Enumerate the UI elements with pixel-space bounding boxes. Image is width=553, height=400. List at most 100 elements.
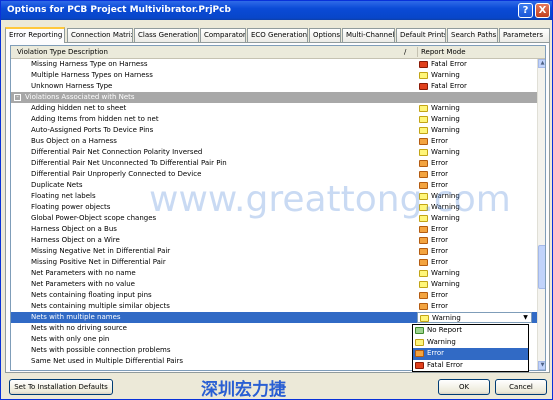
report-mode-cell[interactable]: Fatal Error (417, 59, 532, 70)
report-mode-cell[interactable]: Error (417, 257, 532, 268)
dropdown-option[interactable]: Warning (413, 337, 528, 349)
column-header-report-mode[interactable]: Report Mode (421, 46, 466, 58)
table-row[interactable]: Bus Object on a Harness Error (11, 136, 537, 147)
title-bar: Options for PCB Project Multivibrator.Pr… (1, 1, 552, 20)
ok-button[interactable]: OK (438, 379, 490, 395)
help-button[interactable]: ? (518, 3, 533, 18)
warning-icon (419, 72, 428, 79)
report-mode-label: Fatal Error (431, 82, 467, 90)
report-mode-cell[interactable]: Warning (417, 268, 532, 279)
violation-name: Harness Object on a Bus (31, 225, 117, 233)
violation-name: Missing Positive Net in Differential Pai… (31, 258, 166, 266)
tab-options[interactable]: Options (309, 28, 341, 42)
table-row[interactable]: Auto-Assigned Ports To Device Pins Warnin… (11, 125, 537, 136)
cancel-button[interactable]: Cancel (495, 379, 547, 395)
table-row[interactable]: Harness Object on a Wire Error (11, 235, 537, 246)
violation-name: Multiple Harness Types on Harness (31, 71, 153, 79)
column-divider[interactable] (417, 47, 418, 57)
group-row[interactable]: - Violations Associated with Nets (11, 92, 537, 103)
warning-icon (419, 116, 428, 123)
tab-search-paths[interactable]: Search Paths (447, 28, 498, 42)
warning-icon (419, 215, 428, 222)
dropdown-option-label: Warning (427, 337, 456, 346)
collapse-icon[interactable]: - (14, 94, 21, 101)
table-row[interactable]: Nets containing floating input pins Error (11, 290, 537, 301)
violation-name: Nets with no driving source (31, 324, 127, 332)
report-mode-cell[interactable]: Error (417, 136, 532, 147)
table-row[interactable]: Multiple Harness Types on Harness Warning (11, 70, 537, 81)
fatal-icon (415, 361, 424, 369)
report-mode-cell[interactable]: Error (417, 246, 532, 257)
fatal-icon (419, 61, 428, 68)
table-row[interactable]: Differential Pair Net Connection Polarit… (11, 147, 537, 158)
report-mode-cell[interactable]: Warning (417, 147, 532, 158)
tab-class-generation[interactable]: Class Generation (134, 28, 199, 42)
report-mode-cell[interactable]: Error (417, 169, 532, 180)
tab-strip: Error Reporting Connection Matrix Class … (5, 27, 551, 43)
report-mode-cell[interactable]: Warning (417, 125, 532, 136)
dropdown-option[interactable]: No Report (413, 325, 528, 337)
dropdown-option[interactable]: Error (413, 348, 528, 360)
report-mode-cell[interactable]: Warning (417, 70, 532, 81)
close-button[interactable]: X (535, 3, 550, 18)
violation-name: Nets containing floating input pins (31, 291, 152, 299)
report-mode-cell[interactable]: Warning (417, 213, 532, 224)
error-icon (419, 226, 428, 233)
report-mode-label: Warning (431, 214, 460, 222)
set-installation-defaults-button[interactable]: Set To Installation Defaults (9, 379, 113, 395)
table-row[interactable]: Differential Pair Unproperly Connected t… (11, 169, 537, 180)
window-title: Options for PCB Project Multivibrator.Pr… (7, 5, 231, 15)
violation-name: Duplicate Nets (31, 181, 83, 189)
dropdown-arrow-icon[interactable]: ▼ (521, 313, 530, 322)
warning-icon (419, 193, 428, 200)
table-row[interactable]: Missing Negative Net in Differential Pai… (11, 246, 537, 257)
report-mode-select[interactable]: Warning ▼ (417, 312, 532, 323)
tab-connection-matrix[interactable]: Connection Matrix (67, 28, 133, 42)
vertical-scrollbar[interactable]: ▲ ▼ (537, 59, 545, 370)
table-row[interactable]: Global Power-Object scope changes Warning (11, 213, 537, 224)
table-row[interactable]: Net Parameters with no value Warning (11, 279, 537, 290)
report-mode-cell[interactable]: Error (417, 180, 532, 191)
table-row[interactable]: Adding hidden net to sheet Warning (11, 103, 537, 114)
tab-parameters[interactable]: Parameters (499, 28, 550, 42)
report-mode-cell[interactable]: Error (417, 224, 532, 235)
table-row[interactable]: Differential Pair Net Unconnected To Dif… (11, 158, 537, 169)
table-row[interactable]: Nets with multiple names Warning ▼ (11, 312, 537, 323)
table-row[interactable]: Floating net labels Warning (11, 191, 537, 202)
table-row[interactable]: Adding Items from hidden net to net Warni… (11, 114, 537, 125)
tab-comparator[interactable]: Comparator (200, 28, 246, 42)
report-mode-cell[interactable]: Error (417, 235, 532, 246)
table-row[interactable]: Floating power objects Warning (11, 202, 537, 213)
table-row[interactable]: Missing Harness Type on Harness Fatal Err… (11, 59, 537, 70)
violation-name: Adding Items from hidden net to net (31, 115, 159, 123)
scroll-down-arrow-icon[interactable]: ▼ (538, 361, 545, 370)
report-mode-label: Fatal Error (431, 60, 467, 68)
tab-eco-generation[interactable]: ECO Generation (247, 28, 308, 42)
tab-default-prints[interactable]: Default Prints (396, 28, 446, 42)
report-mode-cell[interactable]: Warning (417, 279, 532, 290)
report-mode-label: Warning (431, 126, 460, 134)
table-row[interactable]: Unknown Harness Type Fatal Error (11, 81, 537, 92)
report-mode-cell[interactable]: Error (417, 290, 532, 301)
column-header-violation[interactable]: Violation Type Description (17, 46, 108, 58)
report-mode-cell[interactable]: Fatal Error (417, 81, 532, 92)
report-mode-cell[interactable]: Warning (417, 202, 532, 213)
table-row[interactable]: Missing Positive Net in Differential Pai… (11, 257, 537, 268)
violation-name: Nets with possible connection problems (31, 346, 171, 354)
report-mode-cell[interactable]: Warning (417, 114, 532, 125)
table-row[interactable]: Nets containing multiple similar objects… (11, 301, 537, 312)
dropdown-option[interactable]: Fatal Error (413, 360, 528, 372)
warning-icon (419, 204, 428, 211)
scroll-up-arrow-icon[interactable]: ▲ (538, 59, 545, 68)
report-mode-cell[interactable]: Error (417, 158, 532, 169)
report-mode-cell[interactable]: Error (417, 301, 532, 312)
report-mode-cell[interactable]: Warning (417, 191, 532, 202)
table-row[interactable]: Duplicate Nets Error (11, 180, 537, 191)
tab-multi-channel[interactable]: Multi-Channel (342, 28, 395, 42)
scroll-thumb[interactable] (538, 245, 545, 289)
table-row[interactable]: Net Parameters with no name Warning (11, 268, 537, 279)
table-row[interactable]: Harness Object on a Bus Error (11, 224, 537, 235)
report-mode-dropdown-list[interactable]: No Report Warning Error Fatal Error (412, 324, 529, 372)
report-mode-cell[interactable]: Warning (417, 103, 532, 114)
tab-error-reporting[interactable]: Error Reporting (5, 27, 65, 43)
